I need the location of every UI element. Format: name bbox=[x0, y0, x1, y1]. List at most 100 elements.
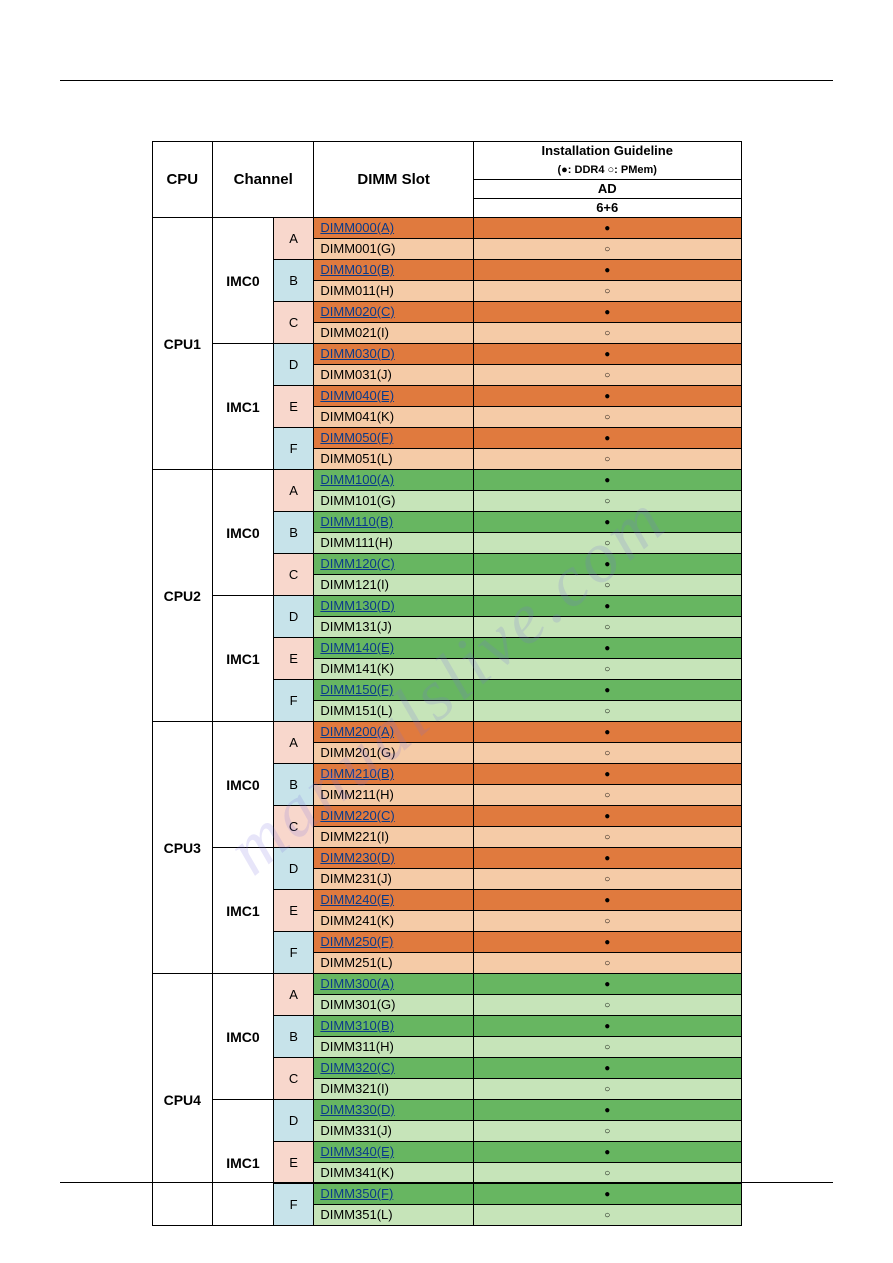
pmem-mark-icon bbox=[473, 533, 741, 554]
ddr4-mark-icon bbox=[473, 218, 741, 239]
dimm-slot-cell: DIMM001(G) bbox=[314, 239, 474, 260]
ddr4-mark-icon bbox=[473, 1184, 741, 1205]
dimm-slot-cell: DIMM240(E) bbox=[314, 890, 474, 911]
ddr4-mark-icon bbox=[473, 1058, 741, 1079]
dimm-slot-cell: DIMM200(A) bbox=[314, 722, 474, 743]
pmem-mark-icon bbox=[473, 785, 741, 806]
dimm-slot-cell: DIMM330(D) bbox=[314, 1100, 474, 1121]
header-guideline: Installation Guideline (●: DDR4 ○: PMem) bbox=[473, 142, 741, 180]
dimm-slot-cell: DIMM310(B) bbox=[314, 1016, 474, 1037]
header-guideline-line1: Installation Guideline bbox=[542, 143, 673, 158]
pmem-mark-icon bbox=[473, 1121, 741, 1142]
header-guideline-legend: (●: DDR4 ○: PMem) bbox=[558, 164, 657, 176]
dimm-slot-cell: DIMM000(A) bbox=[314, 218, 474, 239]
dimm-slot-cell: DIMM251(L) bbox=[314, 953, 474, 974]
ddr4-mark-icon bbox=[473, 1142, 741, 1163]
dimm-slot-cell: DIMM031(J) bbox=[314, 365, 474, 386]
dimm-slot-cell: DIMM110(B) bbox=[314, 512, 474, 533]
ddr4-mark-icon bbox=[473, 596, 741, 617]
table-container: manualslive.com CPU Channel DIMM Slot In… bbox=[152, 141, 742, 1226]
dimm-slot-cell: DIMM341(K) bbox=[314, 1163, 474, 1184]
ddr4-mark-icon bbox=[473, 554, 741, 575]
channel-cell: C bbox=[273, 1058, 314, 1100]
dimm-slot-cell: DIMM241(K) bbox=[314, 911, 474, 932]
ddr4-mark-icon bbox=[473, 932, 741, 953]
ddr4-mark-icon bbox=[473, 428, 741, 449]
pmem-mark-icon bbox=[473, 491, 741, 512]
dimm-slot-cell: DIMM350(F) bbox=[314, 1184, 474, 1205]
pmem-mark-icon bbox=[473, 407, 741, 428]
imc-cell: IMC1 bbox=[213, 596, 274, 722]
channel-cell: E bbox=[273, 1142, 314, 1184]
dimm-slot-cell: DIMM030(D) bbox=[314, 344, 474, 365]
pmem-mark-icon bbox=[473, 449, 741, 470]
imc-cell: IMC0 bbox=[213, 218, 274, 344]
top-rule bbox=[60, 80, 833, 81]
dimm-slot-cell: DIMM100(A) bbox=[314, 470, 474, 491]
pmem-mark-icon bbox=[473, 827, 741, 848]
cpu-cell: CPU4 bbox=[152, 974, 213, 1226]
channel-cell: D bbox=[273, 1100, 314, 1142]
pmem-mark-icon bbox=[473, 1163, 741, 1184]
dimm-slot-cell: DIMM101(G) bbox=[314, 491, 474, 512]
ddr4-mark-icon bbox=[473, 260, 741, 281]
header-cpu: CPU bbox=[152, 142, 213, 218]
channel-cell: C bbox=[273, 302, 314, 344]
channel-cell: E bbox=[273, 638, 314, 680]
dimm-slot-cell: DIMM131(J) bbox=[314, 617, 474, 638]
table-row: IMC1DDIMM230(D) bbox=[152, 848, 741, 869]
dimm-slot-cell: DIMM150(F) bbox=[314, 680, 474, 701]
imc-cell: IMC0 bbox=[213, 722, 274, 848]
dimm-slot-cell: DIMM130(D) bbox=[314, 596, 474, 617]
dimm-slot-cell: DIMM151(L) bbox=[314, 701, 474, 722]
pmem-mark-icon bbox=[473, 617, 741, 638]
dimm-slot-cell: DIMM041(K) bbox=[314, 407, 474, 428]
dimm-slot-cell: DIMM141(K) bbox=[314, 659, 474, 680]
pmem-mark-icon bbox=[473, 911, 741, 932]
header-channel: Channel bbox=[213, 142, 314, 218]
ddr4-mark-icon bbox=[473, 680, 741, 701]
dimm-slot-cell: DIMM011(H) bbox=[314, 281, 474, 302]
pmem-mark-icon bbox=[473, 1205, 741, 1226]
pmem-mark-icon bbox=[473, 659, 741, 680]
dimm-slot-cell: DIMM201(G) bbox=[314, 743, 474, 764]
channel-cell: E bbox=[273, 386, 314, 428]
pmem-mark-icon bbox=[473, 869, 741, 890]
ddr4-mark-icon bbox=[473, 344, 741, 365]
ddr4-mark-icon bbox=[473, 470, 741, 491]
imc-cell: IMC1 bbox=[213, 344, 274, 470]
channel-cell: D bbox=[273, 596, 314, 638]
ddr4-mark-icon bbox=[473, 638, 741, 659]
channel-cell: B bbox=[273, 1016, 314, 1058]
dimm-slot-cell: DIMM010(B) bbox=[314, 260, 474, 281]
ddr4-mark-icon bbox=[473, 764, 741, 785]
dimm-slot-cell: DIMM040(E) bbox=[314, 386, 474, 407]
dimm-slot-cell: DIMM250(F) bbox=[314, 932, 474, 953]
channel-cell: B bbox=[273, 260, 314, 302]
pmem-mark-icon bbox=[473, 1037, 741, 1058]
header-ratio: 6+6 bbox=[473, 199, 741, 218]
dimm-slot-cell: DIMM231(J) bbox=[314, 869, 474, 890]
table-body: CPU1IMC0ADIMM000(A)DIMM001(G)BDIMM010(B)… bbox=[152, 218, 741, 1226]
table-row: CPU3IMC0ADIMM200(A) bbox=[152, 722, 741, 743]
ddr4-mark-icon bbox=[473, 512, 741, 533]
dimm-slot-cell: DIMM301(G) bbox=[314, 995, 474, 1016]
imc-cell: IMC1 bbox=[213, 848, 274, 974]
dimm-slot-cell: DIMM351(L) bbox=[314, 1205, 474, 1226]
pmem-mark-icon bbox=[473, 953, 741, 974]
channel-cell: F bbox=[273, 680, 314, 722]
cpu-cell: CPU3 bbox=[152, 722, 213, 974]
ddr4-mark-icon bbox=[473, 386, 741, 407]
ddr4-mark-icon bbox=[473, 974, 741, 995]
pmem-mark-icon bbox=[473, 1079, 741, 1100]
channel-cell: D bbox=[273, 344, 314, 386]
cpu-cell: CPU1 bbox=[152, 218, 213, 470]
imc-cell: IMC0 bbox=[213, 470, 274, 596]
pmem-mark-icon bbox=[473, 239, 741, 260]
header-dimm-slot: DIMM Slot bbox=[314, 142, 474, 218]
dimm-slot-cell: DIMM210(B) bbox=[314, 764, 474, 785]
dimm-slot-cell: DIMM311(H) bbox=[314, 1037, 474, 1058]
dimm-slot-cell: DIMM121(I) bbox=[314, 575, 474, 596]
table-row: IMC1DDIMM030(D) bbox=[152, 344, 741, 365]
dimm-slot-cell: DIMM220(C) bbox=[314, 806, 474, 827]
